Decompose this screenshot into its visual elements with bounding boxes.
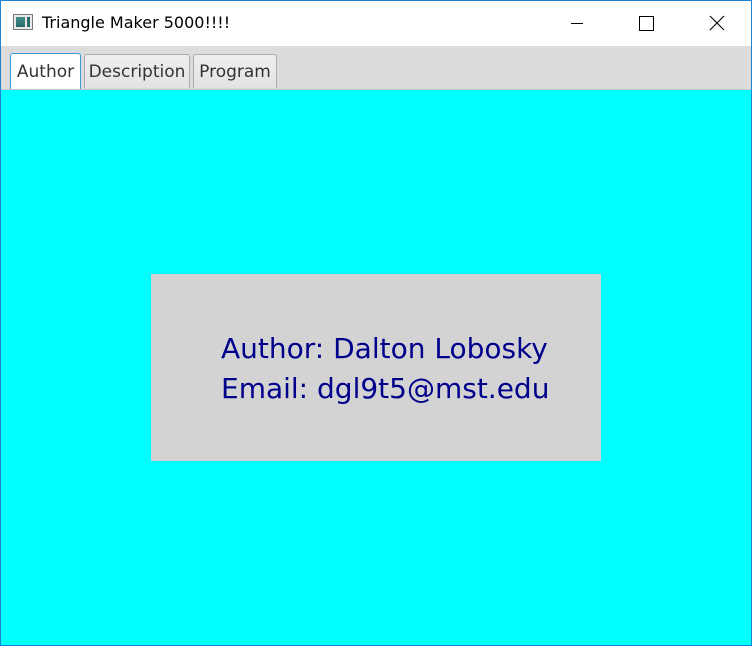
tab-bar: Author Description Program	[1, 46, 751, 90]
author-tab-content: Author: Dalton Lobosky Email: dgl9t5@mst…	[1, 90, 751, 645]
tab-program[interactable]: Program	[193, 54, 277, 88]
title-bar[interactable]: Triangle Maker 5000!!!!	[1, 1, 751, 45]
author-name-text: Author: Dalton Lobosky	[221, 332, 548, 365]
close-button[interactable]	[693, 1, 739, 45]
tab-author[interactable]: Author	[10, 53, 81, 89]
author-info-box: Author: Dalton Lobosky Email: dgl9t5@mst…	[151, 274, 601, 461]
window-title: Triangle Maker 5000!!!!	[42, 13, 231, 32]
app-window: Triangle Maker 5000!!!! Author Descripti…	[0, 0, 752, 646]
app-icon-right-pane	[27, 17, 30, 27]
author-email-text: Email: dgl9t5@mst.edu	[221, 372, 550, 405]
tab-description[interactable]: Description	[84, 54, 190, 88]
maximize-button[interactable]	[623, 1, 669, 45]
minimize-button[interactable]	[554, 1, 600, 45]
close-icon	[709, 15, 725, 31]
app-icon-left-pane	[16, 17, 25, 27]
app-window-icon	[13, 14, 33, 30]
minimize-icon	[571, 23, 583, 24]
maximize-icon	[639, 16, 654, 31]
